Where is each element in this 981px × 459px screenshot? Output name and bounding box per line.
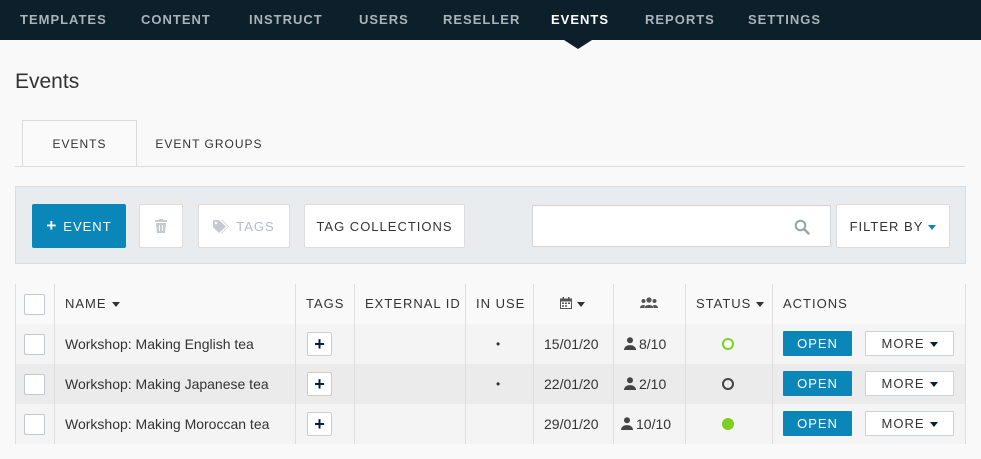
more-button-label: MORE <box>881 376 925 391</box>
chevron-down-icon <box>929 422 938 428</box>
open-button[interactable]: OPEN <box>783 331 852 356</box>
nav-item-settings[interactable]: SETTINGS <box>748 0 821 40</box>
column-divider <box>965 284 966 444</box>
plus-icon: + <box>46 216 58 235</box>
user-icon <box>624 376 636 390</box>
nav-item-instruct[interactable]: INSTRUCT <box>249 0 323 40</box>
sort-caret-icon <box>111 302 120 308</box>
more-button-label: MORE <box>881 416 925 431</box>
more-button[interactable]: MORE <box>865 411 954 436</box>
event-date: 22/01/20 <box>544 376 599 392</box>
nav-item-content[interactable]: CONTENT <box>141 0 211 40</box>
more-button[interactable]: MORE <box>865 331 954 356</box>
chevron-down-icon <box>929 342 938 348</box>
attendees-count: 10/10 <box>621 404 671 444</box>
add-event-label: EVENT <box>63 219 112 234</box>
column-divider <box>15 284 16 444</box>
attendees-count: 2/10 <box>624 364 666 404</box>
sort-caret-icon <box>756 302 765 308</box>
trash-icon <box>155 219 167 234</box>
column-divider <box>613 284 614 444</box>
column-header-actions: ACTIONS <box>783 296 848 311</box>
table-row: Workshop: Making Japanese tea + • 22/01/… <box>15 364 966 404</box>
tag-collections-button[interactable]: TAG COLLECTIONS <box>304 204 465 248</box>
filter-by-button[interactable]: FILTER BY <box>836 204 950 248</box>
column-header-in-use: IN USE <box>476 296 526 311</box>
tags-button-label: TAGS <box>236 219 275 234</box>
column-divider <box>295 284 296 444</box>
column-header-tags: TAGS <box>306 296 345 311</box>
table-header-row: NAME TAGS EXTERNAL ID IN USE STATUS ACTI… <box>15 284 966 324</box>
nav-item-reseller[interactable]: RESELLER <box>443 0 520 40</box>
calendar-icon <box>560 297 572 310</box>
more-button[interactable]: MORE <box>865 371 954 396</box>
user-icon <box>621 416 633 430</box>
column-header-status[interactable]: STATUS <box>696 284 765 324</box>
attendees-count: 8/10 <box>624 324 666 364</box>
add-tag-button[interactable]: + <box>307 332 332 356</box>
event-name: Workshop: Making Japanese tea <box>65 376 269 392</box>
status-open-circle-icon <box>722 338 734 350</box>
status-open-circle-icon <box>722 378 734 390</box>
event-date: 15/01/20 <box>544 336 599 352</box>
user-icon <box>624 336 636 350</box>
chevron-down-icon <box>929 382 938 388</box>
nav-item-reports[interactable]: REPORTS <box>645 0 715 40</box>
nav-item-users[interactable]: USERS <box>359 0 409 40</box>
events-table: NAME TAGS EXTERNAL ID IN USE STATUS ACTI… <box>15 284 966 444</box>
open-button[interactable]: OPEN <box>783 411 852 436</box>
tab-event-groups[interactable]: EVENT GROUPS <box>145 120 273 167</box>
chevron-down-icon <box>928 225 937 231</box>
column-header-name[interactable]: NAME <box>65 284 120 324</box>
top-navigation: TEMPLATES CONTENT INSTRUCT USERS RESELLE… <box>0 0 981 49</box>
tags-button[interactable]: TAGS <box>198 204 290 248</box>
column-divider <box>465 284 466 444</box>
toolbar: + EVENT TAGS TAG COLLECTIONS FILTER BY <box>15 186 966 264</box>
tag-icon <box>213 219 230 233</box>
status-filled-circle-icon <box>722 418 734 430</box>
group-users-icon <box>640 297 658 309</box>
event-name: Workshop: Making English tea <box>65 336 254 352</box>
nav-item-events[interactable]: EVENTS <box>551 0 609 40</box>
column-divider <box>685 284 686 444</box>
column-divider <box>772 284 773 444</box>
column-divider <box>54 284 55 444</box>
column-header-attendees <box>640 284 658 324</box>
table-row: Workshop: Making Moroccan tea + 29/01/20… <box>15 404 966 444</box>
status-header-label: STATUS <box>696 296 752 311</box>
nav-item-templates[interactable]: TEMPLATES <box>20 0 107 40</box>
row-checkbox[interactable] <box>24 334 45 355</box>
row-checkbox[interactable] <box>24 414 45 435</box>
add-tag-button[interactable]: + <box>307 412 332 436</box>
tabs-divider <box>15 166 965 167</box>
attendees-value: 2/10 <box>639 376 667 392</box>
open-button[interactable]: OPEN <box>783 371 852 396</box>
search-box <box>532 205 831 247</box>
row-checkbox[interactable] <box>24 374 45 395</box>
filter-by-label: FILTER BY <box>849 219 924 234</box>
add-tag-button[interactable]: + <box>307 372 332 396</box>
column-divider <box>354 284 355 444</box>
table-row: Workshop: Making English tea + • 15/01/2… <box>15 324 966 364</box>
active-nav-indicator <box>564 40 592 49</box>
tab-events[interactable]: EVENTS <box>22 120 137 167</box>
event-date: 29/01/20 <box>544 416 599 432</box>
sort-caret-icon <box>577 302 585 308</box>
event-name: Workshop: Making Moroccan tea <box>65 416 270 432</box>
search-input[interactable] <box>543 206 793 246</box>
attendees-value: 10/10 <box>636 416 672 432</box>
more-button-label: MORE <box>881 336 925 351</box>
attendees-value: 8/10 <box>639 336 667 352</box>
column-header-date[interactable] <box>560 284 585 324</box>
select-all-checkbox[interactable] <box>24 294 45 315</box>
name-header-label: NAME <box>65 296 107 311</box>
page-title: Events <box>15 70 80 93</box>
search-icon[interactable] <box>794 219 810 235</box>
column-header-external-id: EXTERNAL ID <box>365 296 461 311</box>
column-divider <box>533 284 534 444</box>
add-event-button[interactable]: + EVENT <box>32 204 126 248</box>
delete-button[interactable] <box>139 204 183 248</box>
in-use-indicator: • <box>496 337 501 351</box>
in-use-indicator: • <box>496 377 501 391</box>
